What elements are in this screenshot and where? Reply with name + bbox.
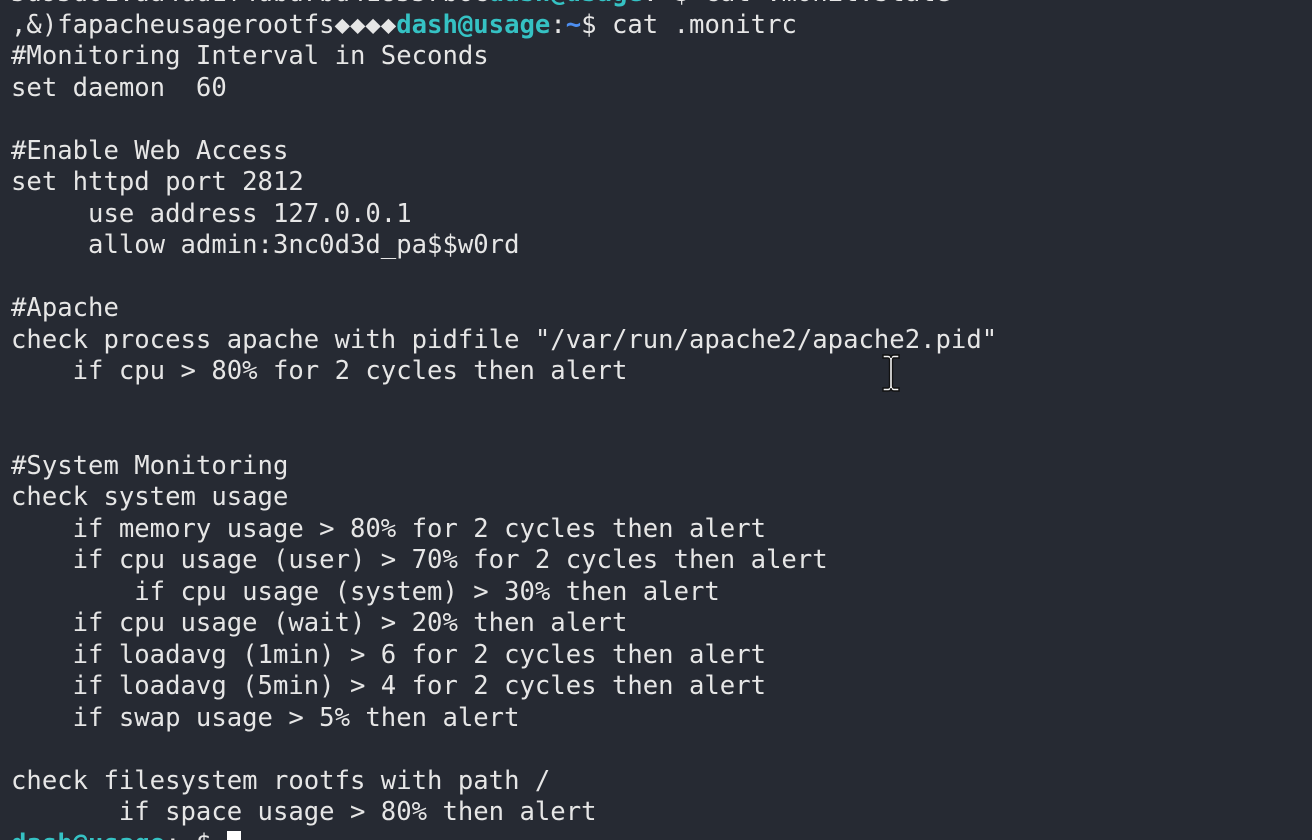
output-line: if loadavg (1min) > 6 for 2 cycles then … — [11, 639, 767, 670]
output-line: #Monitoring Interval in Seconds — [11, 41, 489, 71]
output-line: set daemon 60 — [11, 72, 227, 103]
output-line: if memory usage > 80% for 2 cycles then … — [11, 513, 767, 544]
previous-prompt-user: dash@usage — [489, 0, 643, 8]
output-line: if cpu usage (wait) > 20% then alert — [11, 608, 628, 638]
output-line: if space usage > 80% then alert — [11, 797, 597, 827]
output-line: #Apache — [11, 293, 119, 323]
terminal-output: 5d95d01:da4dd1f4dbd7bd418557b6cdash@usag… — [11, 0, 997, 840]
previous-output-fragment: 5d95d01:da4dd1f4dbd7bd418557b6c — [11, 0, 489, 8]
terminal-window[interactable]: 5d95d01:da4dd1f4dbd7bd418557b6cdash@usag… — [0, 0, 1312, 840]
output-line: check system usage — [11, 482, 289, 512]
final-prompt-path: ~ — [181, 829, 196, 840]
ibeam-cursor-icon — [882, 354, 900, 392]
output-line: if loadavg (5min) > 4 for 2 cycles then … — [11, 671, 767, 701]
output-line: if cpu usage (user) > 70% for 2 cycles t… — [11, 545, 828, 575]
output-line: check filesystem rootfs with path / — [11, 765, 551, 796]
command-line: ,&)fapacheusagerootfs◆◆◆◆dash@usage:~$ c… — [11, 10, 997, 42]
command-text: cat .monitrc — [596, 9, 797, 40]
final-prompt-user: dash@usage — [11, 829, 165, 840]
output-line: allow admin:3nc0d3d_pa$$w0rd — [11, 230, 520, 260]
output-line: use address 127.0.0.1 — [11, 198, 412, 229]
monitrc-content: #Monitoring Interval in Seconds set daemo… — [11, 41, 997, 829]
output-line: #System Monitoring — [11, 450, 289, 481]
output-line: #Enable Web Access — [11, 135, 289, 166]
output-line: check process apache with pidfile "/var/… — [11, 324, 998, 355]
final-prompt-symbol: $ — [196, 829, 227, 840]
prompt-colon: : — [550, 9, 566, 40]
output-line: if swap usage > 5% then alert — [11, 702, 520, 733]
previous-command: :~$ cat .monit.state — [643, 0, 951, 8]
final-prompt-line[interactable]: dash@usage:~$ — [11, 829, 997, 840]
output-line: if cpu usage (system) > 30% then alert — [11, 576, 720, 607]
prompt-user: dash@usage — [396, 9, 551, 40]
block-cursor-icon — [226, 830, 241, 840]
prompt-symbol: $ — [581, 9, 597, 40]
final-prompt-colon: : — [165, 829, 180, 840]
output-line: if cpu > 80% for 2 cycles then alert — [11, 356, 628, 386]
previous-command-line: 5d95d01:da4dd1f4dbd7bd418557b6cdash@usag… — [11, 0, 997, 10]
binary-output: ,&)fapacheusagerootfs◆◆◆◆ — [11, 9, 397, 40]
output-line: set httpd port 2812 — [11, 167, 304, 197]
prompt-path: ~ — [565, 9, 582, 40]
